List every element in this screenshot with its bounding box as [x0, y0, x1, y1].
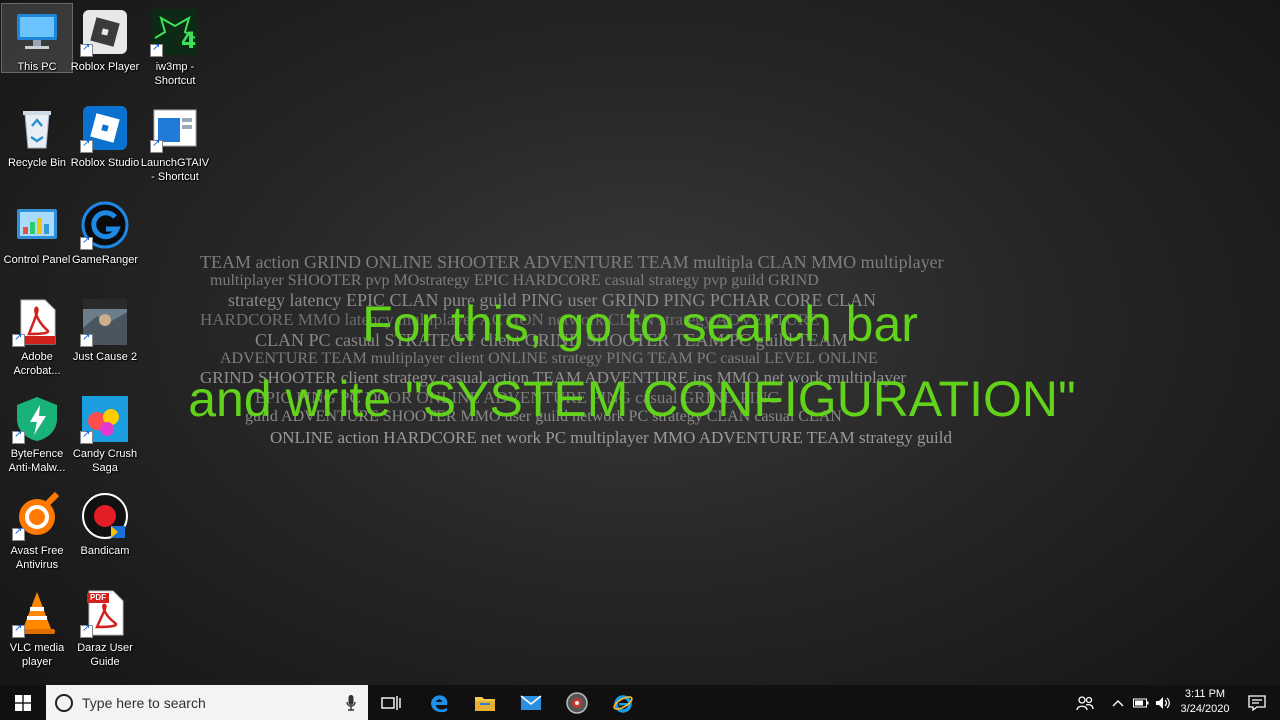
recycle-bin-icon: [13, 104, 61, 152]
wallpaper-text: ONLINE action HARDCORE net work PC multi…: [270, 428, 952, 447]
desktop-icon-label: Recycle Bin: [7, 157, 67, 169]
vlc-icon: [12, 589, 61, 638]
taskbar-media-button[interactable]: [554, 685, 600, 720]
people-icon: [1076, 695, 1094, 710]
desktop-icon-label: Daraz User Guide: [77, 642, 133, 668]
desktop-icon-this-pc[interactable]: This PC: [1, 3, 73, 73]
desktop-icon-label: ByteFence Anti-Malw...: [8, 448, 66, 474]
pdf-icon: PDF: [80, 589, 129, 638]
battery-button[interactable]: [1130, 685, 1152, 720]
wallpaper-text: multiplayer SHOOTER pvp MOstrategy EPIC …: [210, 272, 819, 289]
desktop-icon-bandicam[interactable]: Bandicam: [70, 488, 140, 580]
clock-date: 3/24/2020: [1180, 703, 1230, 715]
desktop-icon-roblox-player[interactable]: Roblox Player: [70, 4, 140, 96]
roblox-player-icon: [80, 8, 129, 57]
desktop-icon-label: Roblox Player: [70, 61, 140, 73]
desktop-icon-label: Bandicam: [80, 545, 130, 557]
desktop-icon-gameranger[interactable]: GameRanger: [70, 197, 140, 289]
caption-line-2: and write "SYSTEM CONFIGURATION": [188, 371, 1076, 427]
task-view-icon: [381, 695, 401, 710]
desktop-icon-label: GameRanger: [71, 254, 139, 266]
windows-logo-icon: [15, 694, 31, 711]
wallpaper-text: TEAM action GRIND ONLINE SHOOTER ADVENTU…: [200, 252, 944, 272]
desktop-icon-label: Candy Crush Saga: [72, 448, 138, 474]
pdf-badge: PDF: [90, 593, 106, 602]
notification-icon: [1248, 694, 1266, 711]
mail-icon: [520, 694, 542, 710]
desktop-icon-iw3mp[interactable]: 4 iw3mp - Shortcut: [140, 4, 210, 96]
desktop-icon-label: Control Panel: [3, 254, 71, 266]
shortcut-arrow-icon: [80, 42, 93, 57]
folder-icon: [475, 696, 495, 711]
task-view-button[interactable]: [368, 685, 414, 720]
desktop-icon-label: iw3mp - Shortcut: [154, 61, 196, 87]
desktop-icon-launchgtaiv[interactable]: LaunchGTAIV - Shortcut: [140, 100, 210, 192]
shortcut-arrow-icon: [80, 623, 93, 638]
desktop-icon-control-panel[interactable]: Control Panel: [2, 197, 72, 289]
shortcut-arrow-icon: [12, 526, 25, 541]
taskbar-edge-button[interactable]: [416, 685, 462, 720]
wallpaper-wordcloud: TEAM action GRIND ONLINE SHOOTER ADVENTU…: [200, 252, 1080, 464]
taskbar-file-explorer-button[interactable]: [462, 685, 508, 720]
caption-line-1: For this, go to search bar: [362, 296, 918, 352]
start-button[interactable]: [0, 685, 46, 720]
shortcut-arrow-icon: [12, 429, 25, 444]
desktop-icon-label: VLC media player: [9, 642, 65, 668]
clock-time: 3:11 PM: [1184, 688, 1226, 700]
volume-button[interactable]: [1152, 685, 1174, 720]
bandicam-icon: [81, 492, 129, 540]
edge-icon: [431, 694, 448, 712]
shortcut-arrow-icon: [12, 623, 25, 638]
desktop: TEAM action GRIND ONLINE SHOOTER ADVENTU…: [0, 0, 1280, 685]
shortcut-arrow-icon: [80, 235, 93, 250]
svg-text:4: 4: [181, 29, 196, 54]
gameranger-icon: [80, 201, 129, 250]
shortcut-arrow-icon: [150, 138, 163, 153]
this-pc-icon: [13, 8, 61, 56]
desktop-icon-recycle-bin[interactable]: Recycle Bin: [2, 100, 72, 192]
taskbar-clock[interactable]: 3:11 PM 3/24/2020: [1172, 687, 1238, 717]
desktop-icon-vlc[interactable]: VLC media player: [2, 585, 72, 677]
taskbar-internet-explorer-button[interactable]: [600, 685, 646, 720]
shortcut-arrow-icon: [80, 429, 93, 444]
internet-explorer-icon: [613, 694, 633, 713]
taskbar-mail-button[interactable]: [508, 685, 554, 720]
action-center-button[interactable]: [1242, 685, 1272, 720]
search-placeholder: Type here to search: [82, 694, 206, 711]
desktop-icon-label: Avast Free Antivirus: [10, 545, 64, 571]
control-panel-icon: [13, 201, 61, 249]
disc-icon: [566, 691, 588, 714]
desktop-icon-label: LaunchGTAIV - Shortcut: [140, 157, 210, 183]
show-hidden-icons-button[interactable]: [1108, 685, 1128, 720]
shortcut-arrow-icon: [150, 42, 163, 57]
avast-icon: [12, 491, 61, 541]
iw3mp-icon: 4: [150, 8, 199, 57]
launchgtaiv-icon: [150, 104, 199, 153]
microphone-icon: [346, 694, 356, 711]
taskbar: Type here to search 3:11 PM 3/24/2020: [0, 685, 1280, 720]
desktop-icon-roblox-studio[interactable]: Roblox Studio: [70, 100, 140, 192]
battery-icon: [1133, 698, 1149, 707]
desktop-icon-avast[interactable]: Avast Free Antivirus: [2, 488, 72, 580]
desktop-icon-daraz-user-guide[interactable]: PDF Daraz User Guide: [70, 585, 140, 677]
desktop-icon-label: Roblox Studio: [70, 157, 140, 169]
roblox-studio-icon: [80, 104, 129, 153]
shortcut-arrow-icon: [80, 138, 93, 153]
cortana-icon: [55, 693, 73, 712]
taskbar-search-box[interactable]: Type here to search: [46, 685, 368, 720]
desktop-icon-label: This PC: [17, 61, 57, 73]
people-button[interactable]: [1068, 685, 1102, 720]
speaker-icon: [1156, 696, 1170, 709]
chevron-up-icon: [1112, 699, 1124, 706]
